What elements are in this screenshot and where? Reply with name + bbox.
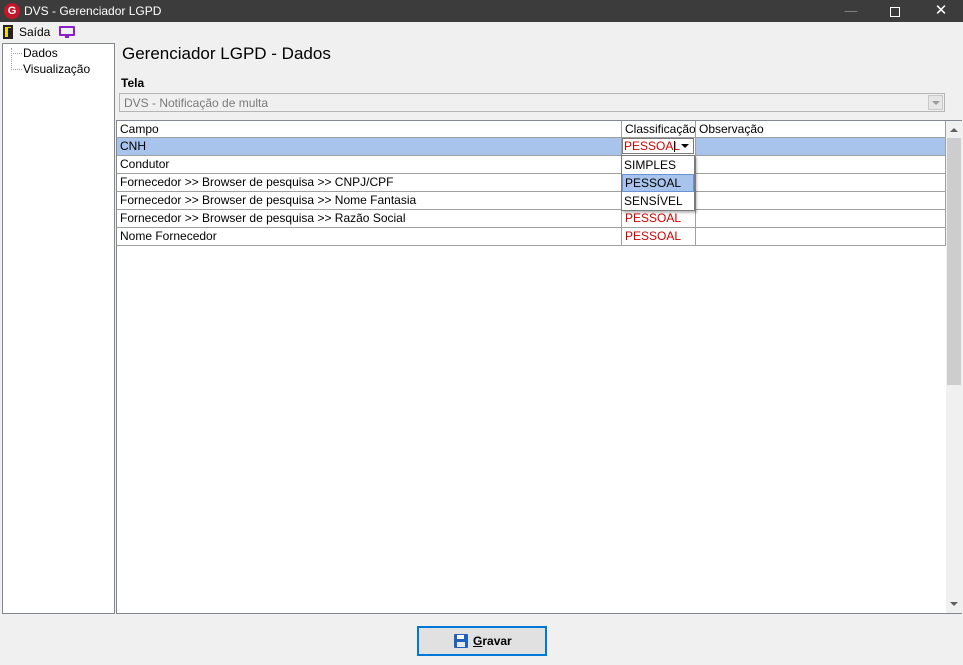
cell-observacao[interactable] <box>696 210 946 227</box>
minimize-button[interactable]: — <box>828 0 874 22</box>
scroll-down-arrow-icon[interactable] <box>946 596 962 613</box>
monitor-icon[interactable] <box>59 26 75 38</box>
table-row[interactable]: CNH PESSOAL <box>117 138 946 156</box>
tree-connector <box>11 69 22 70</box>
cell-observacao[interactable] <box>696 192 946 209</box>
app-logo-icon: G <box>4 3 20 19</box>
navigation-tree: Dados Visualização <box>2 43 115 614</box>
table-row[interactable]: Nome Fornecedor PESSOAL <box>117 228 946 246</box>
tela-label: Tela <box>121 76 145 90</box>
save-button[interactable]: Gravar <box>417 626 547 656</box>
table-row[interactable]: Fornecedor >> Browser de pesquisa >> CNP… <box>117 174 946 192</box>
maximize-icon <box>890 6 900 17</box>
scrollbar-thumb[interactable] <box>947 138 961 385</box>
tela-select-value: DVS - Notificação de multa <box>124 96 269 110</box>
cell-classificacao[interactable]: PESSOAL <box>622 210 696 227</box>
exit-label: Saída <box>19 25 51 39</box>
cell-campo[interactable]: Fornecedor >> Browser de pesquisa >> Raz… <box>117 210 622 227</box>
column-header-observacao[interactable]: Observação <box>696 121 946 138</box>
door-exit-icon <box>3 25 13 39</box>
dropdown-option-sensivel[interactable]: SENSÍVEL <box>622 192 694 210</box>
tree-connector <box>11 48 12 70</box>
cell-campo[interactable]: CNH <box>117 138 622 155</box>
cell-observacao[interactable] <box>696 174 946 191</box>
floppy-disk-icon <box>454 634 468 648</box>
vertical-scrollbar[interactable] <box>946 121 962 613</box>
cell-classificacao[interactable]: PESSOAL <box>622 138 696 155</box>
chevron-down-icon[interactable] <box>677 139 693 153</box>
cell-observacao[interactable] <box>696 156 946 173</box>
column-header-classificacao[interactable]: Classificação <box>622 121 696 138</box>
column-header-campo[interactable]: Campo <box>117 121 622 138</box>
cell-campo[interactable]: Fornecedor >> Browser de pesquisa >> Nom… <box>117 192 622 209</box>
classification-dropdown-list: SIMPLES PESSOAL SENSÍVEL <box>621 155 695 211</box>
classification-editor-value: PESSOAL <box>624 139 681 153</box>
dropdown-option-pessoal[interactable]: PESSOAL <box>622 174 694 192</box>
tree-item-dados[interactable]: Dados <box>23 46 58 60</box>
table-row[interactable]: Fornecedor >> Browser de pesquisa >> Nom… <box>117 192 946 210</box>
data-grid: Campo Classificação Observação CNH PESSO… <box>116 120 962 614</box>
chevron-down-icon[interactable] <box>928 95 943 110</box>
monitor-screen <box>59 26 75 36</box>
maximize-button[interactable] <box>872 0 918 22</box>
scroll-up-arrow-icon[interactable] <box>946 121 962 138</box>
dropdown-option-simples[interactable]: SIMPLES <box>622 156 694 174</box>
classification-editor[interactable]: PESSOAL <box>622 138 694 154</box>
table-row[interactable]: Condutor <box>117 156 946 174</box>
grid-header: Campo Classificação Observação <box>117 121 946 138</box>
window-title: DVS - Gerenciador LGPD <box>24 4 162 18</box>
page-title: Gerenciador LGPD - Dados <box>122 44 331 63</box>
text-caret <box>674 141 675 152</box>
save-button-label: Gravar <box>473 634 512 648</box>
cell-campo[interactable]: Condutor <box>117 156 622 173</box>
monitor-stand <box>65 36 69 38</box>
tela-select[interactable]: DVS - Notificação de multa <box>119 93 945 112</box>
cell-observacao[interactable] <box>696 138 946 155</box>
menu-bar: Saída <box>0 22 963 42</box>
cell-campo[interactable]: Nome Fornecedor <box>117 228 622 245</box>
cell-observacao[interactable] <box>696 228 946 245</box>
tree-connector <box>11 53 22 54</box>
table-row[interactable]: Fornecedor >> Browser de pesquisa >> Raz… <box>117 210 946 228</box>
tree-item-visualizacao[interactable]: Visualização <box>23 62 90 76</box>
cell-campo[interactable]: Fornecedor >> Browser de pesquisa >> CNP… <box>117 174 622 191</box>
title-bar: G DVS - Gerenciador LGPD — ✕ <box>0 0 963 22</box>
cell-classificacao[interactable]: PESSOAL <box>622 228 696 245</box>
close-button[interactable]: ✕ <box>918 0 963 22</box>
